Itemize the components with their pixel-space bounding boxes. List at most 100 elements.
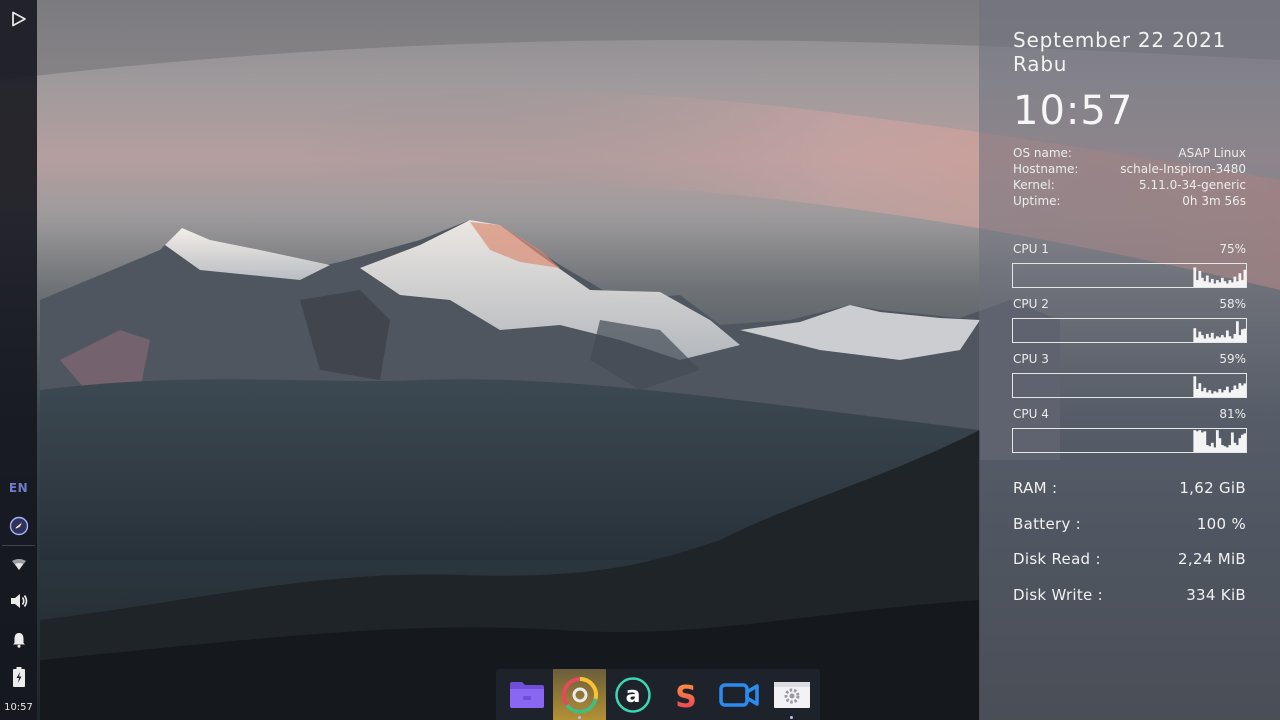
cpu-history-bar — [1195, 431, 1199, 452]
info-value: schale-Inspiron-3480 — [1120, 162, 1246, 176]
cpu-history-bar — [1208, 282, 1212, 287]
cpu-history-bar — [1223, 390, 1227, 397]
stat-battery: Battery : 100 % — [1013, 515, 1246, 535]
cpu-history-bar — [1208, 337, 1212, 342]
s-app-icon: S — [675, 680, 697, 714]
dock: a S — [496, 669, 820, 720]
cpu-history-bar — [1205, 275, 1209, 287]
dock-item-appimage[interactable]: a — [606, 669, 659, 720]
cpu-history-bar — [1200, 432, 1204, 452]
cpu-history-bar — [1223, 446, 1227, 452]
cpu-name: CPU 2 — [1013, 297, 1049, 311]
cpu-history-bar — [1240, 385, 1244, 397]
cpu-history-bar — [1233, 276, 1237, 287]
launcher-icon[interactable] — [0, 514, 37, 538]
cpu-history-bar — [1228, 280, 1232, 287]
cpu-history-bar — [1220, 445, 1224, 452]
bell-icon[interactable] — [0, 630, 37, 650]
play-icon[interactable] — [0, 8, 37, 30]
panel-clock[interactable]: 10:57 — [0, 700, 37, 714]
info-key: OS name: — [1013, 146, 1072, 160]
info-key: Uptime: — [1013, 194, 1061, 208]
info-uptime: Uptime: 0h 3m 56s — [1013, 194, 1246, 210]
cpu-history-bar — [1213, 338, 1217, 342]
cpu-history-bar — [1210, 393, 1214, 397]
cpu-history-bar — [1235, 445, 1239, 452]
cpu-3-label: CPU 3 59% — [1013, 352, 1246, 368]
dock-item-slides[interactable]: S — [659, 669, 712, 720]
stat-value: 334 KiB — [1186, 586, 1246, 604]
cpu-history-bar — [1213, 283, 1217, 287]
left-panel: EN 10:57 — [0, 0, 37, 720]
cpu-name: CPU 1 — [1013, 242, 1049, 256]
dock-item-files[interactable] — [500, 669, 553, 720]
cpu-history-bar — [1233, 385, 1237, 397]
stat-value: 2,24 MiB — [1178, 550, 1246, 568]
cpu-percent: 75% — [1219, 242, 1246, 256]
wifi-icon[interactable] — [0, 556, 37, 574]
cpu-history-bar — [1218, 337, 1222, 342]
cpu-history-bar — [1240, 434, 1244, 452]
info-kernel: Kernel: 5.11.0-34-generic — [1013, 178, 1246, 194]
cpu-history-bar — [1198, 383, 1202, 397]
keyboard-layout-indicator[interactable]: EN — [0, 480, 37, 496]
cpu-history-bar — [1235, 281, 1239, 287]
cpu-percent: 59% — [1219, 352, 1246, 366]
info-value: ASAP Linux — [1178, 146, 1246, 160]
stat-key: Battery : — [1013, 515, 1082, 533]
cpu-history-bar — [1228, 445, 1232, 452]
cpu-history-bar — [1220, 392, 1224, 397]
chrome-icon — [561, 676, 598, 713]
stat-disk-read: Disk Read : 2,24 MiB — [1013, 550, 1246, 570]
cpu-percent: 81% — [1219, 407, 1246, 421]
cpu-history-bar — [1225, 386, 1229, 397]
cpu-history-bar — [1203, 431, 1207, 452]
cpu-history-bar — [1203, 338, 1207, 342]
dock-item-chrome[interactable] — [553, 669, 606, 720]
volume-icon[interactable] — [0, 590, 37, 612]
cpu-history-bar — [1235, 321, 1239, 342]
running-indicator — [578, 716, 581, 719]
stat-ram: RAM : 1,62 GiB — [1013, 479, 1246, 499]
folder-icon — [509, 681, 544, 708]
cpu-history-bar — [1233, 333, 1237, 342]
cpu-history-bar — [1218, 438, 1222, 452]
cpu-2-graph — [1012, 318, 1247, 343]
battery-icon[interactable] — [0, 666, 37, 688]
cpu-history-bar — [1220, 335, 1224, 342]
cpu-history-bar — [1213, 391, 1217, 397]
clock-display: 10:57 — [1013, 88, 1134, 134]
stat-value: 1,62 GiB — [1179, 479, 1246, 497]
cpu-history-bar — [1205, 392, 1209, 397]
stat-disk-write: Disk Write : 334 KiB — [1013, 586, 1246, 606]
cpu-history-bar — [1210, 332, 1214, 342]
dock-item-settings[interactable] — [765, 669, 818, 720]
cpu-history-bar — [1208, 446, 1212, 452]
cpu-history-bar — [1225, 283, 1229, 287]
cpu-history-bar — [1213, 447, 1217, 452]
cpu-history-bar — [1238, 438, 1242, 452]
cpu-history-bar — [1203, 387, 1207, 397]
cpu-history-bar — [1193, 328, 1197, 342]
stat-key: RAM : — [1013, 479, 1058, 497]
cpu-history-bar — [1193, 430, 1197, 452]
cpu-history-bar — [1200, 391, 1204, 397]
cpu-history-bar — [1243, 269, 1246, 287]
cpu-history-bar — [1210, 278, 1214, 287]
cpu-history-bar — [1240, 329, 1244, 342]
cpu-history-bar — [1235, 388, 1239, 397]
cpu-history-bar — [1203, 281, 1207, 287]
cpu-history-bar — [1215, 430, 1219, 452]
cpu-history-bar — [1230, 390, 1234, 397]
camera-icon — [718, 682, 759, 707]
cpu-history-bar — [1238, 273, 1242, 287]
cpu-history-bar — [1208, 390, 1212, 397]
cpu-history-bar — [1215, 392, 1219, 397]
cpu-history-bar — [1230, 282, 1234, 287]
info-hostname: Hostname: schale-Inspiron-3480 — [1013, 162, 1246, 178]
cpu-history-bar — [1220, 277, 1224, 287]
dock-item-video[interactable] — [712, 669, 765, 720]
cpu-history-bar — [1205, 333, 1209, 342]
cpu-history-bar — [1243, 328, 1246, 342]
cpu-history-bar — [1238, 383, 1242, 397]
